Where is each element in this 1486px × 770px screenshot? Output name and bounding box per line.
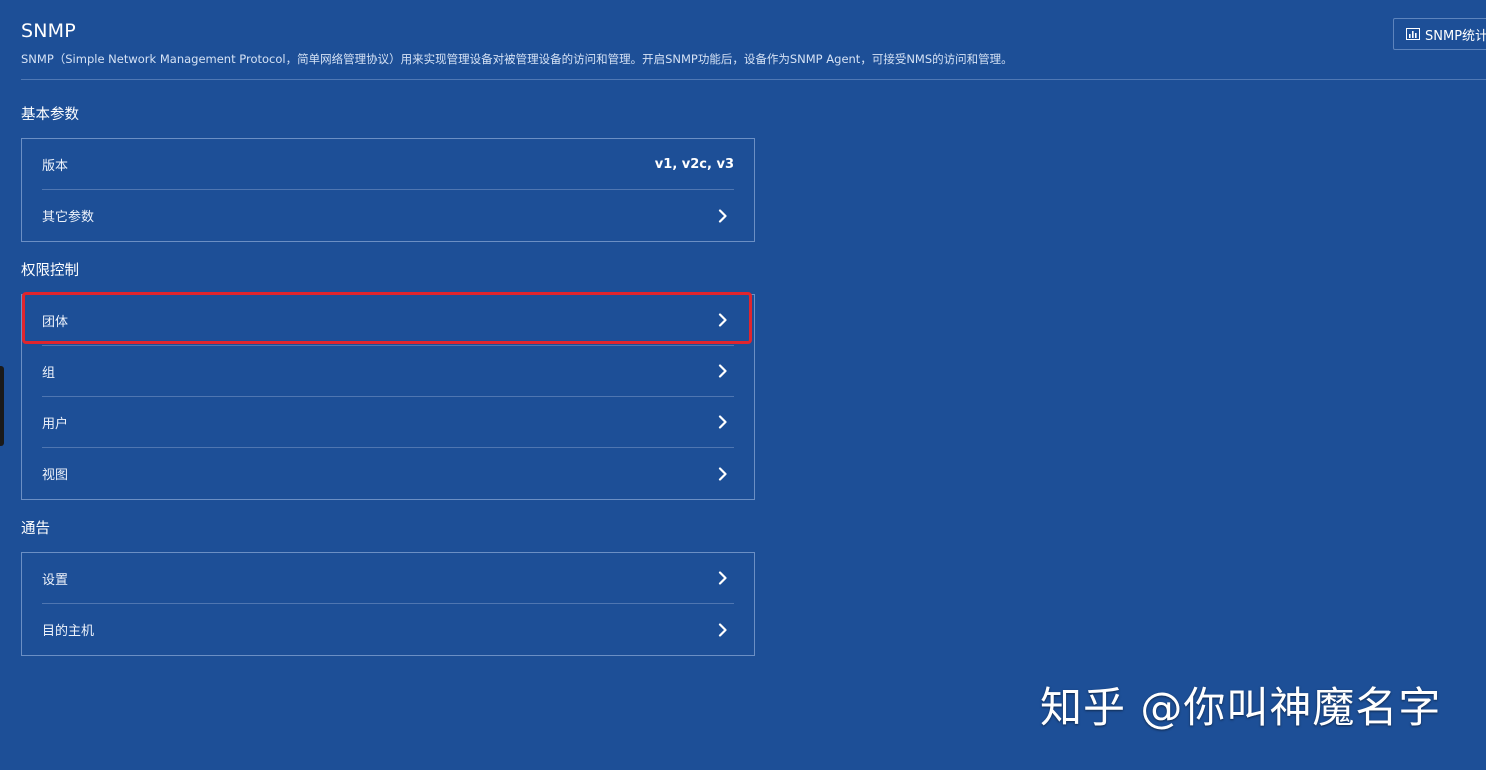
- chevron-right-icon: [718, 466, 727, 481]
- section-title-access: 权限控制: [21, 263, 79, 279]
- snmp-stats-label: SNMP统计: [1425, 28, 1486, 44]
- row-label: 视图: [42, 468, 69, 483]
- bar-chart-icon: [1406, 28, 1420, 40]
- chevron-right-icon: [718, 364, 727, 378]
- row-label: 其它参数: [42, 210, 95, 225]
- row-label: 目的主机: [42, 624, 95, 639]
- row-label: 组: [42, 365, 56, 381]
- chevron-right-icon: [718, 415, 727, 429]
- row-group[interactable]: 组: [42, 346, 734, 397]
- side-panel-handle[interactable]: [0, 366, 4, 446]
- row-target-host[interactable]: 目的主机: [42, 604, 734, 655]
- row-settings[interactable]: 设置: [42, 553, 734, 604]
- chevron-right-icon: [718, 208, 727, 223]
- row-user[interactable]: 用户: [42, 397, 734, 448]
- page-title: SNMP: [21, 20, 76, 42]
- chevron-right-icon: [718, 622, 727, 637]
- row-other-params[interactable]: 其它参数: [42, 190, 734, 241]
- page-description: SNMP（Simple Network Management Protocol，…: [21, 52, 1013, 66]
- chevron-right-icon: [718, 313, 727, 327]
- section-title-notify: 通告: [21, 521, 50, 537]
- row-version[interactable]: 版本 v1, v2c, v3: [42, 139, 734, 190]
- header-divider: [21, 79, 1486, 80]
- card-notify: 设置 目的主机: [21, 552, 755, 656]
- chevron-right-icon: [718, 571, 727, 585]
- row-label: 团体: [42, 314, 69, 330]
- row-label: 用户: [42, 416, 69, 432]
- page-header: SNMP SNMP（Simple Network Management Prot…: [21, 18, 1486, 67]
- snmp-stats-button[interactable]: SNMP统计: [1393, 18, 1486, 50]
- row-label: 版本: [42, 158, 69, 174]
- card-access: 团体 组 用户 视图: [21, 294, 755, 500]
- card-basic: 版本 v1, v2c, v3 其它参数: [21, 138, 755, 242]
- watermark: 知乎 @你叫神魔名字: [1040, 683, 1442, 732]
- row-community[interactable]: 团体: [42, 295, 734, 346]
- version-value: v1, v2c, v3: [654, 156, 734, 172]
- row-label: 设置: [42, 572, 69, 588]
- section-title-basic: 基本参数: [21, 107, 79, 123]
- row-view[interactable]: 视图: [42, 448, 734, 499]
